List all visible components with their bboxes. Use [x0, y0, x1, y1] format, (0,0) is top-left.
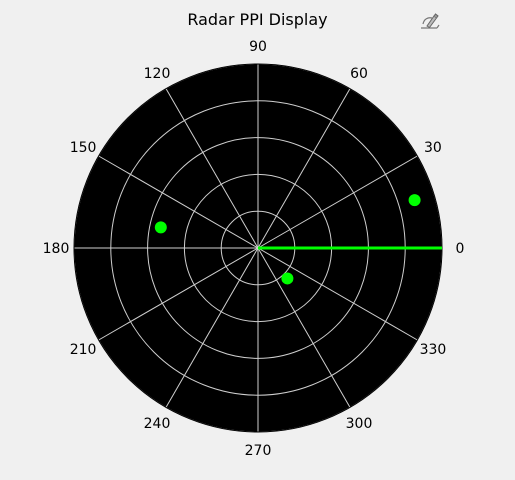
- theta-tick-label: 270: [245, 443, 272, 459]
- theta-tick-label: 150: [70, 140, 97, 156]
- theta-tick-label: 60: [350, 66, 368, 82]
- theta-tick-label: 30: [424, 140, 442, 156]
- theta-tick-label: 330: [420, 342, 447, 358]
- figure: Radar PPI Display 0 30 60 90 120 150 180 210 240…: [0, 0, 515, 480]
- theta-tick-label: 0: [456, 241, 465, 257]
- theta-tick-label: 180: [43, 241, 70, 257]
- theta-tick-label: 120: [144, 66, 171, 82]
- theta-tick-label: 300: [346, 416, 373, 432]
- theta-tick-label: 90: [249, 39, 267, 55]
- target-point: [408, 194, 421, 207]
- polar-plot: 0 30 60 90 120 150 180 210 240 270 300 330: [43, 39, 465, 459]
- theta-tick-label: 240: [144, 416, 171, 432]
- target-point: [154, 221, 167, 234]
- target-point: [281, 272, 294, 285]
- theta-tick-label: 210: [70, 342, 97, 358]
